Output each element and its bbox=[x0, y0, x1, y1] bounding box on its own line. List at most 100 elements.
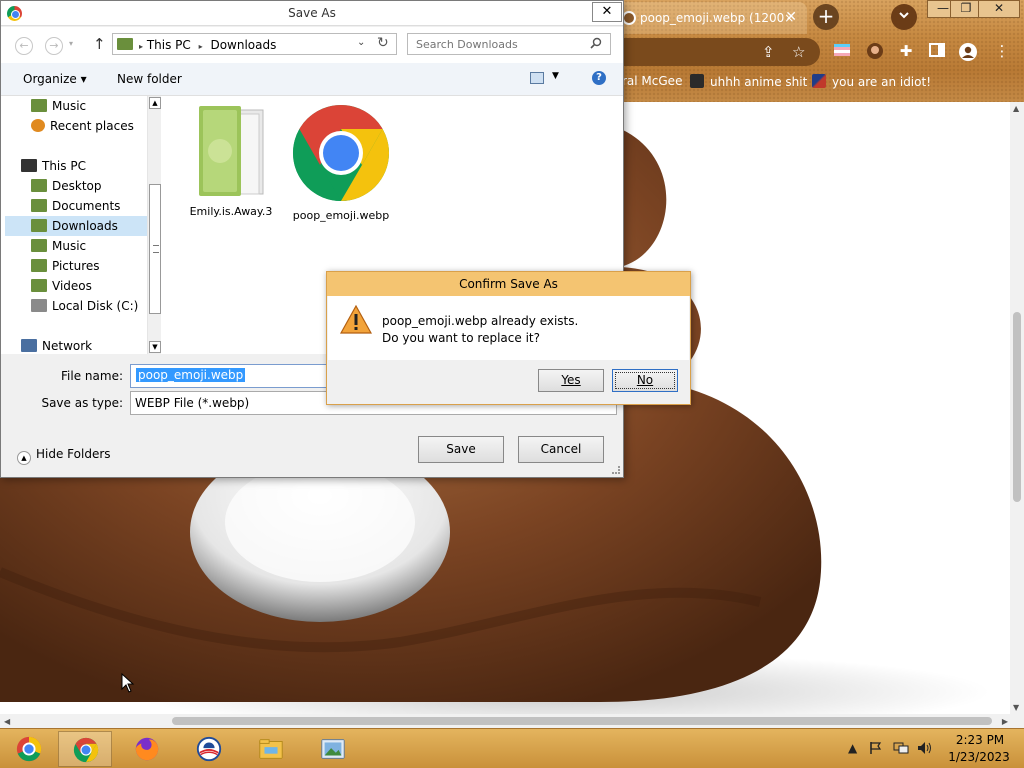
music-folder-icon bbox=[31, 99, 47, 112]
address-bar[interactable]: ⇪ ☆ bbox=[612, 38, 820, 66]
start-button[interactable] bbox=[2, 731, 56, 767]
breadcrumb-downloads[interactable]: Downloads bbox=[210, 38, 276, 52]
tree-item-local-disk[interactable]: Local Disk (C:) bbox=[31, 296, 161, 316]
hide-folders-button[interactable]: ▲ Hide Folders bbox=[17, 447, 111, 465]
tree-item-documents[interactable]: Documents bbox=[31, 196, 161, 216]
pictures-folder-icon bbox=[31, 259, 47, 272]
bookmark-item[interactable]: you are an idiot! bbox=[812, 74, 931, 89]
tree-item-videos[interactable]: Videos bbox=[31, 276, 161, 296]
resize-grip-icon[interactable] bbox=[612, 466, 620, 474]
search-icon[interactable] bbox=[590, 37, 602, 52]
file-name-label: poop_emoji.webp bbox=[292, 209, 390, 222]
tree-item-network[interactable]: Network bbox=[21, 336, 159, 354]
taskbar-obama-app[interactable] bbox=[182, 731, 236, 767]
new-tab-button[interactable]: + bbox=[813, 4, 839, 30]
forward-button[interactable]: → bbox=[45, 37, 63, 55]
extensions-puzzle-icon[interactable]: ✚ bbox=[896, 42, 916, 62]
dialog-title: Save As bbox=[288, 6, 336, 20]
cancel-button[interactable]: Cancel bbox=[518, 436, 604, 463]
extension-flag-icon[interactable] bbox=[832, 42, 852, 62]
confirm-message-line2: Do you want to replace it? bbox=[382, 331, 540, 345]
chevron-down-icon[interactable]: ▼ bbox=[552, 71, 559, 81]
search-input[interactable] bbox=[408, 34, 588, 54]
refresh-icon[interactable]: ↻ bbox=[377, 35, 389, 51]
yes-button[interactable]: Yes bbox=[538, 369, 604, 392]
back-button[interactable]: ← bbox=[15, 37, 33, 55]
file-item-poop-emoji[interactable]: poop_emoji.webp bbox=[289, 104, 393, 222]
tree-scroll-thumb[interactable] bbox=[149, 184, 161, 314]
save-button[interactable]: Save bbox=[418, 436, 504, 463]
save-as-dialog: Save As ✕ ← → ▾ ↑ ▸ This PC ▸ Downloads … bbox=[0, 0, 624, 478]
tree-item-recent-places[interactable]: Recent places bbox=[31, 116, 161, 136]
show-hidden-icons-button[interactable]: ▲ bbox=[848, 741, 857, 755]
bookmark-item[interactable]: uhhh anime shit bbox=[690, 74, 807, 89]
change-view-icon[interactable] bbox=[530, 72, 544, 84]
taskbar-chrome[interactable] bbox=[58, 731, 112, 767]
bookmark-item[interactable]: ral McGee bbox=[622, 74, 682, 88]
address-breadcrumb[interactable]: ▸ This PC ▸ Downloads ⌄ ↻ bbox=[112, 33, 397, 55]
scroll-up-icon[interactable]: ▲ bbox=[149, 97, 161, 109]
taskbar-firefox[interactable] bbox=[120, 731, 174, 767]
chevron-up-icon: ▲ bbox=[17, 451, 31, 465]
tab-poop-emoji[interactable]: poop_emoji.webp (1200× ✕ bbox=[612, 2, 807, 34]
downloads-folder-icon bbox=[31, 219, 47, 232]
organize-button[interactable]: Organize ▾ bbox=[23, 72, 87, 86]
close-window-button[interactable]: ✕ bbox=[978, 0, 1020, 18]
documents-folder-icon bbox=[31, 199, 47, 212]
more-menu-icon[interactable]: ⋮ bbox=[992, 42, 1012, 62]
volume-icon[interactable] bbox=[917, 741, 933, 758]
confirm-dialog-title[interactable]: Confirm Save As bbox=[327, 272, 690, 296]
tree-item-music[interactable]: Music bbox=[31, 96, 161, 116]
profile-icon[interactable] bbox=[958, 42, 978, 62]
scroll-right-icon[interactable]: ▶ bbox=[1002, 717, 1008, 726]
music-folder-icon bbox=[31, 239, 47, 252]
new-folder-button[interactable]: New folder bbox=[117, 72, 182, 86]
horizontal-scrollbar[interactable]: ◀ ▶ bbox=[0, 714, 1024, 728]
taskbar-photos[interactable] bbox=[306, 731, 360, 767]
chrome-icon bbox=[292, 104, 390, 202]
vertical-scroll-thumb[interactable] bbox=[1013, 312, 1021, 502]
clock-time[interactable]: 2:23 PM bbox=[950, 733, 1010, 747]
tab-close-icon[interactable]: ✕ bbox=[785, 9, 797, 25]
save-as-type-label: Save as type: bbox=[41, 396, 123, 410]
scroll-up-icon[interactable]: ▲ bbox=[1013, 104, 1019, 113]
breadcrumb-this-pc[interactable]: This PC bbox=[147, 38, 191, 52]
photos-icon bbox=[321, 739, 345, 759]
chevron-down-icon[interactable]: ⌄ bbox=[357, 37, 365, 48]
action-center-flag-icon[interactable] bbox=[869, 741, 883, 758]
tree-scrollbar[interactable]: ▲ ▼ bbox=[147, 96, 161, 354]
no-button[interactable]: No bbox=[612, 369, 678, 392]
clock-date[interactable]: 1/23/2023 bbox=[944, 750, 1014, 764]
file-explorer-icon bbox=[259, 739, 283, 759]
file-name-label: Emily.is.Away.3 bbox=[189, 205, 273, 218]
vertical-scrollbar[interactable]: ▲ ▼ bbox=[1010, 102, 1024, 714]
tree-item-this-pc[interactable]: This PC bbox=[21, 156, 159, 176]
navigation-pane: Music Recent places This PC Desktop Docu… bbox=[1, 96, 161, 354]
navigation-bar: ← → ▾ ↑ ▸ This PC ▸ Downloads ⌄ ↻ bbox=[1, 27, 623, 63]
recent-locations-icon[interactable]: ▾ bbox=[69, 39, 73, 48]
firefox-icon bbox=[135, 737, 159, 761]
tree-item-pictures[interactable]: Pictures bbox=[31, 256, 161, 276]
anime-bookmark-icon bbox=[690, 74, 704, 88]
up-one-level-button[interactable]: ↑ bbox=[93, 35, 106, 53]
share-icon[interactable]: ⇪ bbox=[762, 43, 775, 61]
dialog-titlebar[interactable]: Save As ✕ bbox=[1, 1, 623, 26]
file-item-emily-is-away[interactable]: Emily.is.Away.3 bbox=[179, 104, 283, 218]
scroll-down-icon[interactable]: ▼ bbox=[1013, 703, 1019, 712]
tree-item-desktop[interactable]: Desktop bbox=[31, 176, 161, 196]
taskbar-file-explorer[interactable] bbox=[244, 731, 298, 767]
scroll-down-icon[interactable]: ▼ bbox=[149, 341, 161, 353]
horizontal-scroll-thumb[interactable] bbox=[172, 717, 992, 725]
focus-rect bbox=[615, 372, 675, 389]
dialog-close-button[interactable]: ✕ bbox=[592, 2, 622, 22]
extension-avatar-icon[interactable] bbox=[865, 42, 885, 62]
confirm-save-as-dialog: Confirm Save As poop_emoji.webp already … bbox=[326, 271, 691, 405]
side-panel-icon[interactable] bbox=[927, 42, 947, 62]
scroll-left-icon[interactable]: ◀ bbox=[4, 717, 10, 726]
network-tray-icon[interactable] bbox=[893, 741, 909, 758]
help-icon[interactable]: ? bbox=[592, 71, 606, 85]
bookmark-star-icon[interactable]: ☆ bbox=[792, 43, 805, 61]
tab-search-button[interactable] bbox=[891, 4, 917, 30]
tree-item-downloads[interactable]: Downloads bbox=[5, 216, 147, 236]
tree-item-music[interactable]: Music bbox=[31, 236, 161, 256]
